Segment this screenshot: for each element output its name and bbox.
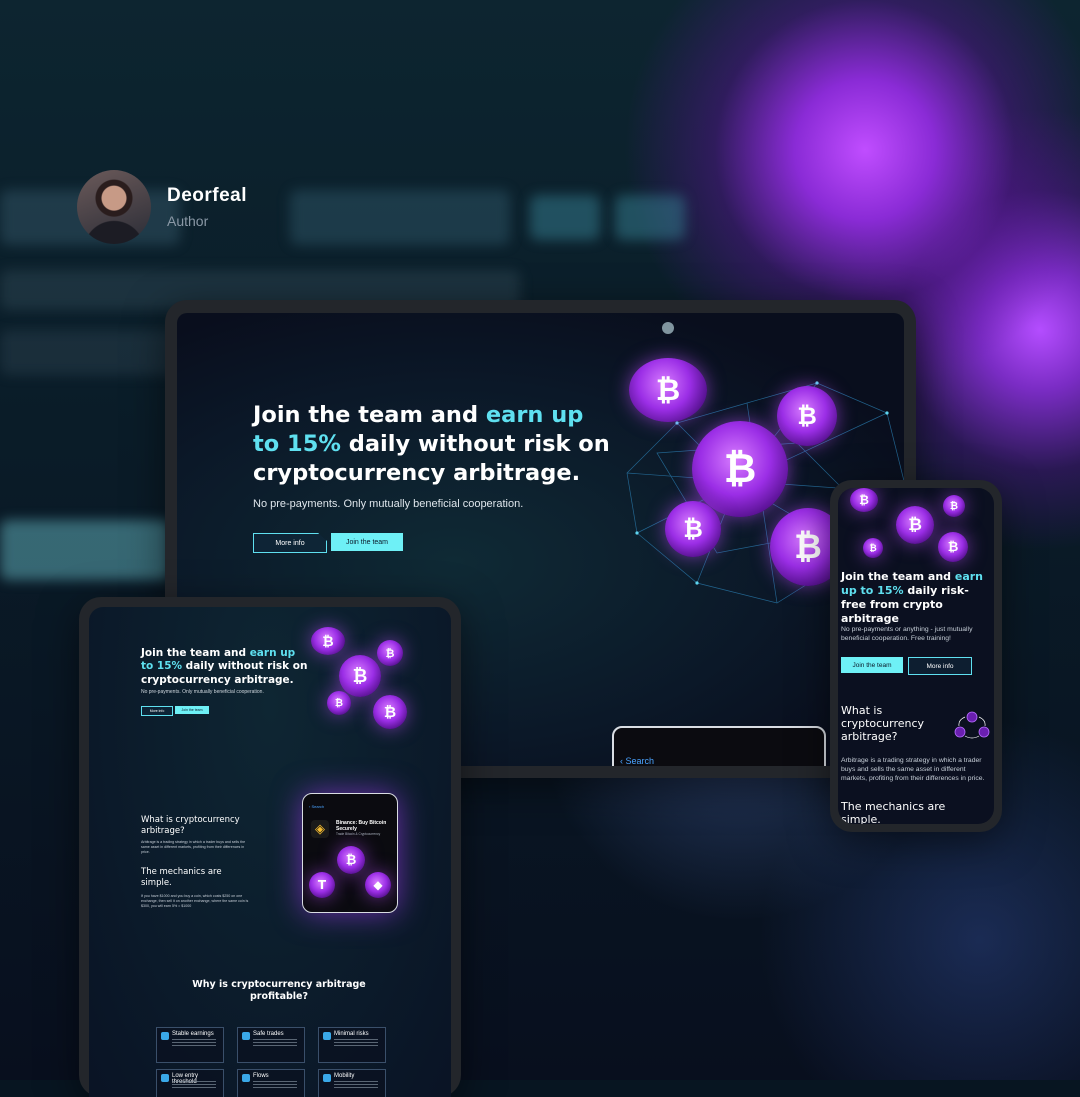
more-info-button[interactable]: More info: [908, 657, 972, 675]
blurred-backdrop-bar: [290, 190, 510, 245]
feature-icon: [323, 1032, 331, 1040]
bitcoin-coin-icon: ₿: [373, 695, 407, 729]
bitcoin-coin-icon: ₿: [629, 358, 707, 422]
tablet-phone-illustration: ‹ Search ◈ Binance: Buy Bitcoin Securely…: [302, 793, 398, 913]
search-back-link[interactable]: ‹ Search: [620, 756, 654, 766]
bitcoin-coin-icon: ₿: [850, 488, 878, 512]
what-is-text: Arbitrage is a trading strategy in which…: [841, 757, 985, 783]
mechanics-text: If you have $1000 and you buy a coin, wh…: [141, 894, 249, 908]
bitcoin-coin-icon: ₿: [339, 655, 381, 697]
feature-card: Low entry threshold: [156, 1069, 224, 1097]
phone-subtitle: No pre-payments or anything - just mutua…: [841, 626, 973, 643]
bitcoin-coin-icon: ₿: [692, 421, 788, 517]
feature-icon: [242, 1074, 250, 1082]
mechanics-title: The mechanics are simple.: [841, 800, 946, 824]
feature-card: Safe trades: [237, 1027, 305, 1063]
tablet-screen: Join the team and earn up to 15% daily w…: [89, 607, 451, 1097]
embedded-phone-preview: ‹ Search: [612, 726, 826, 766]
floating-orb: [662, 322, 674, 334]
blurred-backdrop-bar: [0, 520, 170, 580]
mechanics-title: The mechanics are simple.: [141, 867, 222, 888]
feature-card: Mobility: [318, 1069, 386, 1097]
bitcoin-coin-icon: ₿: [377, 640, 403, 666]
phone-screen: ₿ ₿ ₿ ₿ ₿ Join the team and earn up to 1…: [838, 488, 994, 824]
laptop-subtitle: No pre-payments. Only mutually beneficia…: [253, 498, 524, 510]
phone-mockup: ₿ ₿ ₿ ₿ ₿ Join the team and earn up to 1…: [830, 480, 1002, 832]
feature-card: Minimal risks: [318, 1027, 386, 1063]
bitcoin-coin-icon: ₿: [337, 846, 365, 874]
bitcoin-coin-icon: ₿: [896, 506, 934, 544]
join-team-button[interactable]: Join the team: [841, 657, 903, 673]
bitcoin-coin-icon: ₿: [665, 501, 721, 557]
bitcoin-coin-icon: ₿: [863, 538, 883, 558]
laptop-headline: Join the team and earn up to 15% daily w…: [253, 402, 610, 486]
join-team-button[interactable]: Join the team: [175, 706, 209, 714]
tether-coin-icon: T: [309, 872, 335, 898]
feature-card: Stable earnings: [156, 1027, 224, 1063]
feature-icon: [242, 1032, 250, 1040]
author-role: Author: [167, 213, 209, 229]
more-info-button[interactable]: More info: [141, 706, 173, 716]
ethereum-coin-icon: ◆: [365, 872, 391, 898]
bitcoin-coin-icon: ₿: [327, 691, 351, 715]
bitcoin-coin-icon: ₿: [777, 386, 837, 446]
feature-icon: [161, 1032, 169, 1040]
what-is-text: Arbitrage is a trading strategy in which…: [141, 840, 246, 854]
phone-headline: Join the team and earn up to 15% daily r…: [841, 570, 983, 626]
what-is-title: What is cryptocurrency arbitrage?: [141, 815, 240, 836]
bitcoin-coin-icon: ₿: [938, 532, 968, 562]
chevron-left-icon: ‹: [620, 756, 623, 766]
feature-icon: [323, 1074, 331, 1082]
why-profitable-title: Why is cryptocurrency arbitrage profitab…: [192, 979, 366, 1003]
app-card-title: Binance: Buy Bitcoin Securely: [336, 820, 387, 832]
binance-logo-icon: ◈: [311, 820, 329, 838]
blurred-backdrop-bar: [530, 195, 600, 240]
author-block: Deorfeal Author: [77, 170, 247, 244]
app-card-subtitle: Trade Bitcoin & Cryptocurrency: [336, 832, 381, 836]
bitcoin-coin-icon: ₿: [943, 495, 965, 517]
what-is-title: What is cryptocurrency arbitrage?: [841, 704, 925, 744]
feature-icon: [161, 1074, 169, 1082]
blurred-backdrop-bar: [615, 195, 685, 240]
tablet-mockup: Join the team and earn up to 15% daily w…: [79, 597, 461, 1097]
avatar: [77, 170, 151, 244]
join-team-button[interactable]: Join the team: [331, 533, 403, 551]
tablet-subtitle: No pre-payments. Only mutually beneficia…: [141, 689, 264, 695]
bitcoin-coin-icon: ₿: [311, 627, 345, 655]
author-name: Deorfeal: [167, 185, 248, 206]
search-back-link[interactable]: ‹ Search: [309, 804, 324, 809]
feature-card: Flows: [237, 1069, 305, 1097]
tablet-headline: Join the team and earn up to 15% daily w…: [141, 647, 308, 686]
more-info-button[interactable]: More info: [253, 533, 327, 553]
exchange-cycle-icon: [954, 711, 990, 739]
